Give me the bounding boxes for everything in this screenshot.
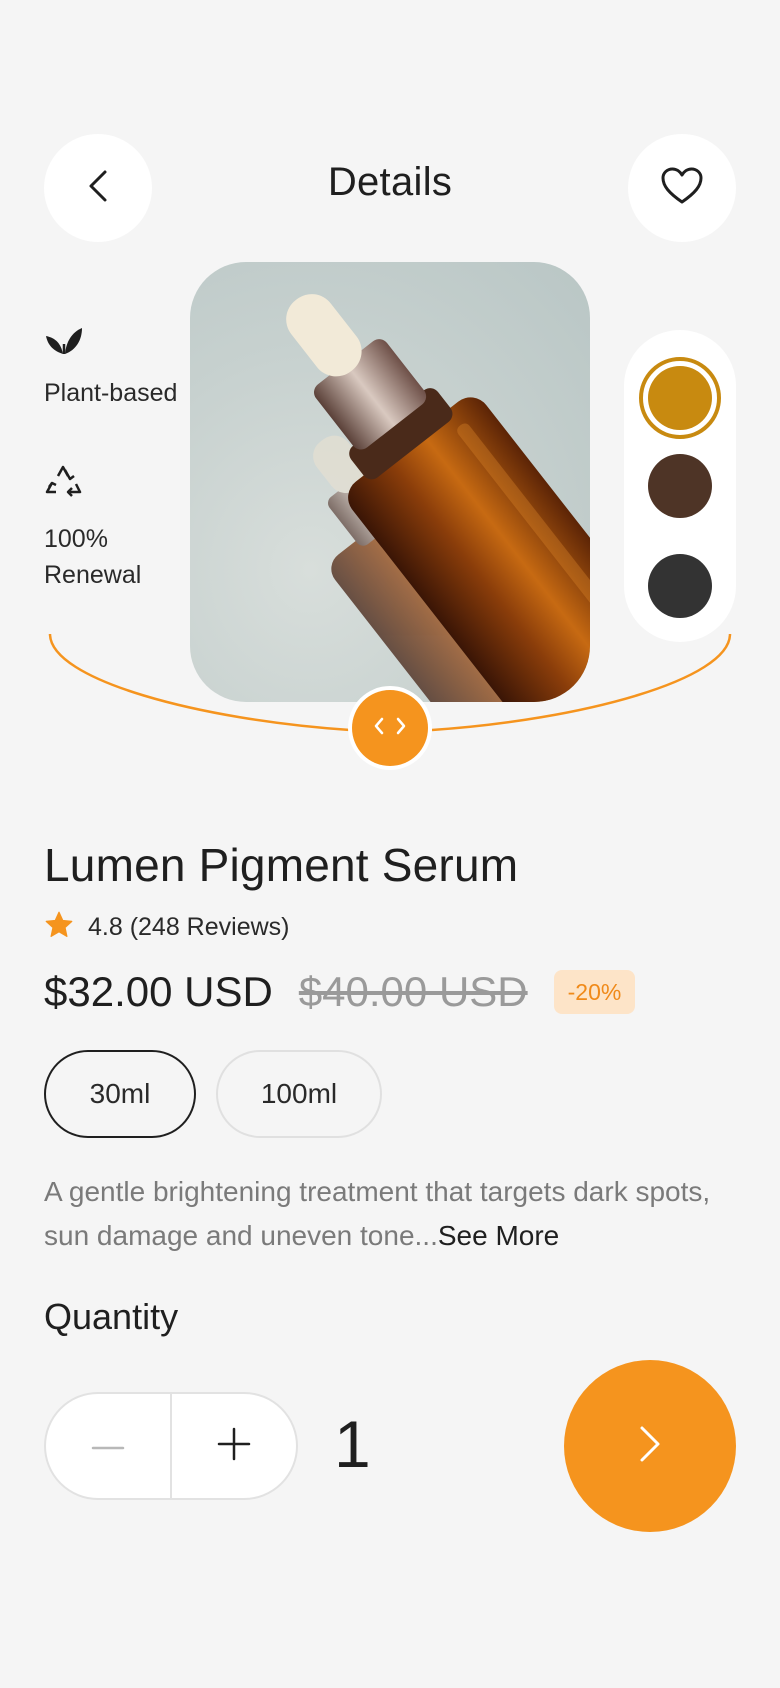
product-description: A gentle brightening treatment that targ… (44, 1170, 744, 1258)
feature-label: 100% Renewal (44, 525, 142, 589)
swatch-gold[interactable] (639, 357, 721, 439)
plus-icon (217, 1427, 251, 1466)
minus-icon (91, 1437, 125, 1455)
size-option-30ml[interactable]: 30ml (44, 1050, 196, 1138)
product-name: Lumen Pigment Serum (44, 839, 519, 891)
star-icon (44, 910, 74, 945)
chevron-right-icon (638, 1424, 662, 1469)
decrease-button[interactable] (46, 1394, 170, 1498)
feature-label: Plant-based (44, 379, 178, 407)
feature-plant-based: Plant-based (44, 324, 194, 411)
heart-icon (661, 167, 703, 210)
leaf-icon (44, 328, 84, 360)
quantity-stepper (44, 1392, 298, 1500)
quantity-label: Quantity (44, 1296, 179, 1337)
description-text: A gentle brightening treatment that targ… (44, 1176, 711, 1251)
next-button[interactable] (564, 1360, 736, 1532)
size-option-100ml[interactable]: 100ml (216, 1050, 382, 1138)
color-swatch-selector (624, 330, 736, 642)
original-price: $40.00 USD (298, 968, 528, 1015)
see-more-link[interactable]: See More (438, 1220, 559, 1251)
recycle-icon (44, 465, 82, 506)
current-price: $32.00 USD (44, 968, 273, 1015)
increase-button[interactable] (172, 1394, 296, 1498)
swatch-charcoal[interactable] (648, 554, 712, 618)
swatch-brown[interactable] (648, 454, 712, 518)
favorite-button[interactable] (628, 134, 736, 242)
carousel-handle[interactable] (348, 686, 432, 770)
quantity-value: 1 (334, 1407, 371, 1481)
price-row: $32.00 USD $40.00 USD -20% (44, 968, 636, 1016)
feature-renewal: 100% Renewal (44, 464, 194, 593)
discount-badge: -20% (553, 970, 636, 1014)
rating-text: 4.8 (248 Reviews) (88, 913, 290, 941)
chevrons-left-right-icon (373, 716, 407, 741)
rating: 4.8 (248 Reviews) (44, 910, 289, 945)
